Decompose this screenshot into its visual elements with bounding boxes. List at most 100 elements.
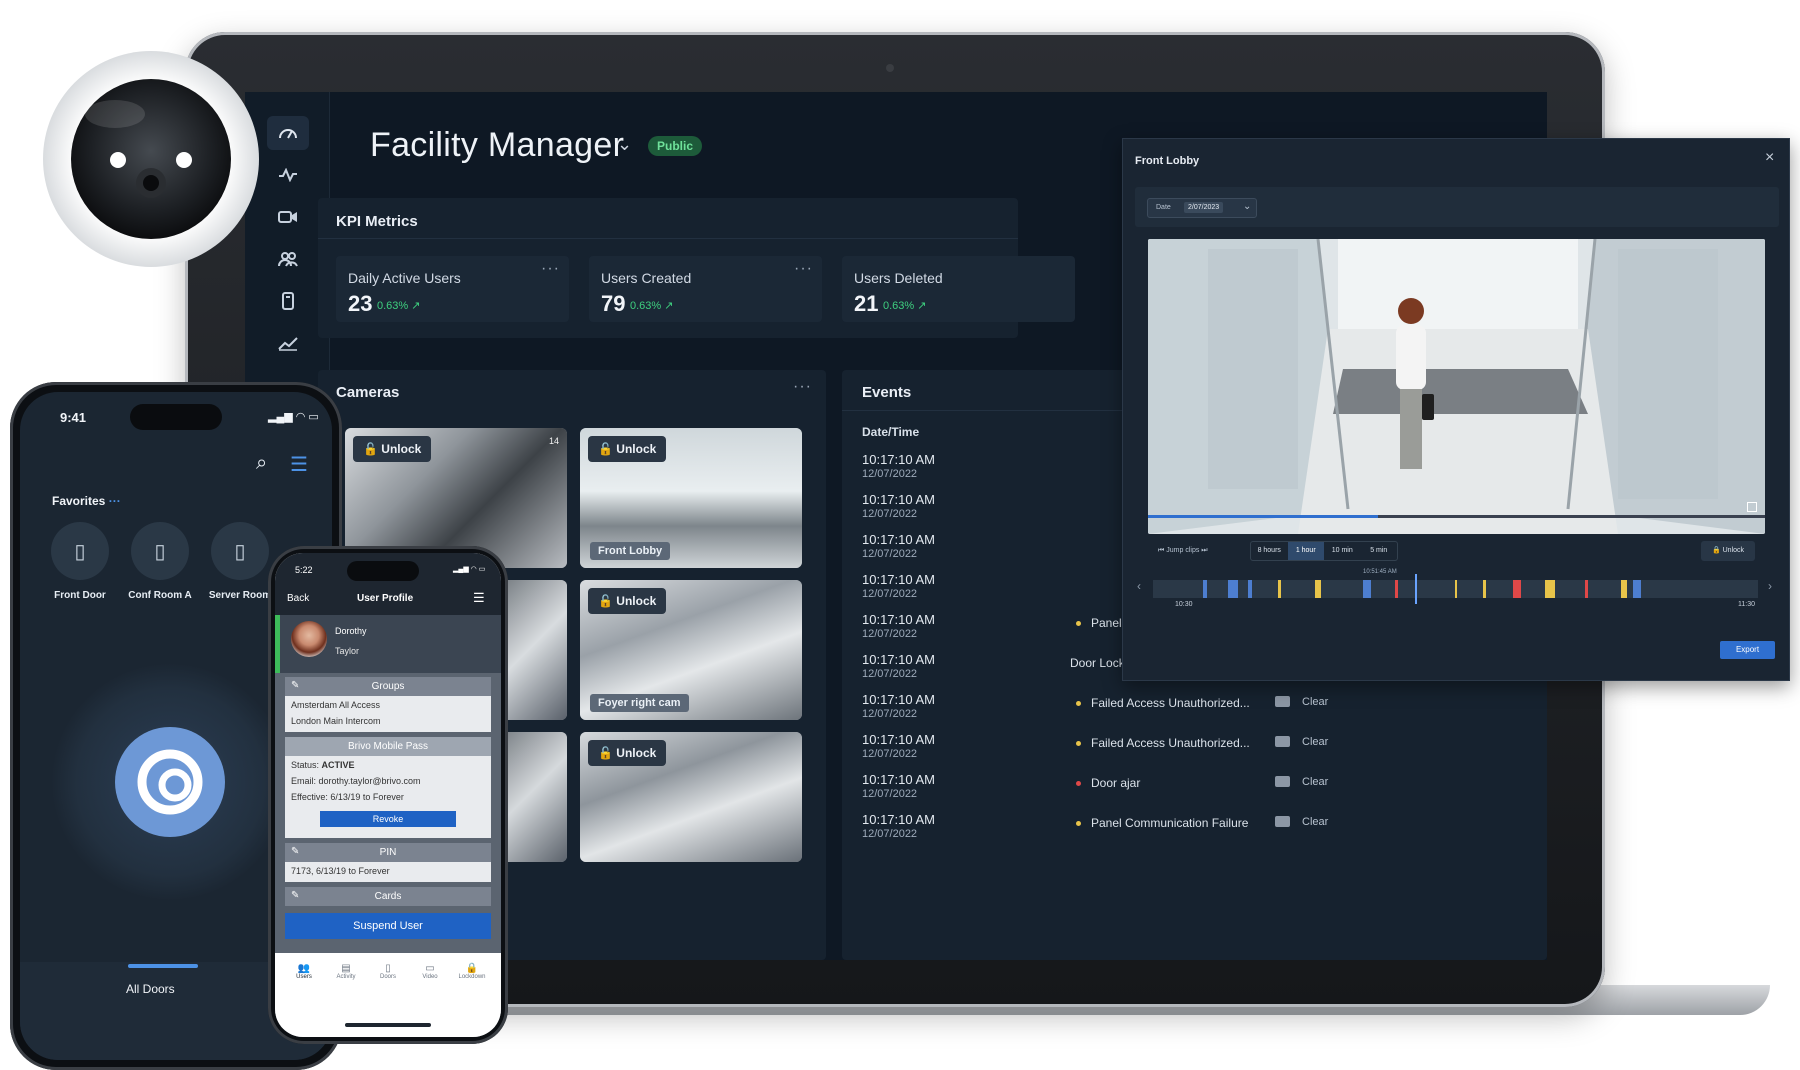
date-filter[interactable]: Date 2/07/2023 ⌄ <box>1147 198 1257 218</box>
suspend-user-button[interactable]: Suspend User <box>285 913 491 939</box>
chevron-right-icon[interactable]: › <box>1768 579 1772 593</box>
reports-icon[interactable] <box>267 326 309 360</box>
unlock-button[interactable]: 🔓 Unlock <box>588 436 667 462</box>
nav-users[interactable]: 👥 Users <box>283 963 325 993</box>
door-icon[interactable] <box>267 284 309 318</box>
event-marker[interactable] <box>1278 580 1281 598</box>
event-marker[interactable] <box>1203 580 1207 598</box>
warning-status-dot <box>1076 621 1081 626</box>
cards-section-header[interactable]: ✎ Cards <box>285 887 491 906</box>
mobile-pass-unlock-button[interactable] <box>115 727 225 837</box>
activity-icon[interactable] <box>267 158 309 192</box>
lock-icon: 🔓 <box>363 442 378 456</box>
nav-video[interactable]: ▭ Video <box>409 963 451 993</box>
event-marker[interactable] <box>1633 580 1641 598</box>
event-marker[interactable] <box>1315 580 1321 598</box>
export-button[interactable]: Export <box>1720 641 1775 659</box>
favorite-door-conf-room-a[interactable]: ▯ Conf Room A <box>125 522 195 601</box>
playhead-time: 10:51:45 AM <box>1363 569 1397 575</box>
event-marker[interactable] <box>1483 580 1486 598</box>
edit-icon[interactable]: ✎ <box>291 680 299 691</box>
clear-button[interactable]: Clear <box>1302 736 1328 748</box>
dynamic-island <box>130 404 222 430</box>
nav-doors[interactable]: ▯ Doors <box>367 963 409 993</box>
event-name: Panel Communication Failure <box>1091 816 1249 830</box>
range-option[interactable]: 8 hours <box>1251 542 1288 560</box>
nav-lockdown[interactable]: 🔒 Lockdown <box>451 963 493 993</box>
all-doors-tab[interactable]: All Doors <box>126 982 175 996</box>
door-icon: ▯ <box>51 522 109 580</box>
event-row[interactable]: 10:17:10 AM 12/07/2022 Door ajar Clear <box>842 772 1342 812</box>
video-player[interactable] <box>1148 239 1765 534</box>
unlock-button[interactable]: 🔓 Unlock <box>353 436 432 462</box>
revoke-button[interactable]: Revoke <box>320 811 456 827</box>
jump-clips-control[interactable]: ⏮ Jump clips ⏭ <box>1158 547 1208 555</box>
event-marker[interactable] <box>1513 580 1521 598</box>
date-filter-chip[interactable]: 2/07/2023 <box>1184 202 1224 213</box>
more-icon[interactable]: ··· <box>541 260 560 278</box>
trend-up-icon: ↗ <box>664 300 674 312</box>
video-icon[interactable] <box>1275 736 1290 747</box>
skip-back-icon[interactable]: ⏮ <box>1158 547 1164 554</box>
event-row[interactable]: 10:17:10 AM 12/07/2022 Panel Communicati… <box>842 812 1342 852</box>
clear-button[interactable]: Clear <box>1302 776 1328 788</box>
range-option[interactable]: 10 min <box>1324 542 1361 560</box>
users-icon[interactable] <box>267 242 309 276</box>
event-row[interactable]: 10:17:10 AM 12/07/2022 Failed Access Una… <box>842 732 1342 772</box>
video-icon[interactable] <box>1275 696 1290 707</box>
event-marker[interactable] <box>1395 580 1398 598</box>
timeline-track[interactable] <box>1153 574 1758 604</box>
event-marker[interactable] <box>1363 580 1371 598</box>
camera-tile-front-lobby[interactable]: 🔓 Unlock Front Lobby <box>580 428 802 568</box>
more-icon[interactable]: ··· <box>793 378 812 396</box>
range-option[interactable]: 5 min <box>1361 542 1398 560</box>
lock-icon: 🔒 <box>465 963 479 974</box>
nav-activity[interactable]: ▤ Activity <box>325 963 367 993</box>
menu-icon[interactable]: ☰ <box>290 452 308 477</box>
event-marker[interactable] <box>1248 580 1252 598</box>
event-marker[interactable] <box>1585 580 1588 598</box>
more-icon[interactable]: ··· <box>794 260 813 278</box>
event-marker[interactable] <box>1621 580 1627 598</box>
event-marker[interactable] <box>1545 580 1555 598</box>
unlock-button[interactable]: 🔓 Unlock <box>588 588 667 614</box>
video-icon[interactable] <box>267 200 309 234</box>
playhead[interactable] <box>1415 574 1417 604</box>
dashboard-icon[interactable] <box>267 116 309 150</box>
event-time: 10:17:10 AM <box>862 692 935 707</box>
favorite-door-server-room[interactable]: ▯ Server Room <box>205 522 275 601</box>
clear-button[interactable]: Clear <box>1302 816 1328 828</box>
camera-tile-foyer-right[interactable]: 🔓 Unlock Foyer right cam <box>580 580 802 720</box>
visibility-badge: Public <box>648 136 703 156</box>
skip-forward-icon[interactable]: ⏭ <box>1201 547 1207 554</box>
event-marker[interactable] <box>1455 580 1457 598</box>
menu-icon[interactable]: ☰ <box>473 590 485 606</box>
back-button[interactable]: Back <box>287 593 309 604</box>
chevron-down-icon[interactable]: ⌄ <box>1243 201 1251 212</box>
event-date: 12/07/2022 <box>862 748 918 760</box>
lobby-video-frame <box>1148 239 1765 534</box>
fullscreen-icon[interactable] <box>1747 502 1757 512</box>
event-marker[interactable] <box>1228 580 1238 598</box>
range-option-active[interactable]: 1 hour <box>1287 542 1324 560</box>
unlock-button[interactable]: 🔒 Unlock <box>1701 541 1755 561</box>
video-icon[interactable] <box>1275 776 1290 787</box>
favorite-door-front-door[interactable]: ▯ Front Door <box>45 522 115 601</box>
clear-button[interactable]: Clear <box>1302 696 1328 708</box>
kpi-change: 0.63% ↗ <box>377 300 421 312</box>
video-icon[interactable] <box>1275 816 1290 827</box>
camera-tile[interactable]: 🔓 Unlock <box>580 732 802 862</box>
chevron-left-icon[interactable]: ‹ <box>1137 579 1141 593</box>
more-icon[interactable]: ··· <box>109 494 121 508</box>
event-row[interactable]: 10:17:10 AM 12/07/2022 Failed Access Una… <box>842 692 1342 732</box>
chevron-down-icon[interactable]: ⌄ <box>617 134 632 155</box>
pass-status: Status: ACTIVE <box>291 760 355 770</box>
tab-indicator <box>128 964 198 968</box>
unlock-button[interactable]: 🔓 Unlock <box>588 740 667 766</box>
edit-icon[interactable]: ✎ <box>291 846 299 857</box>
close-icon[interactable]: × <box>1765 149 1774 167</box>
event-date: 12/07/2022 <box>862 548 918 560</box>
lock-icon: 🔒 <box>1711 547 1721 554</box>
edit-icon[interactable]: ✎ <box>291 890 299 901</box>
search-icon[interactable]: ⌕ <box>256 452 267 475</box>
